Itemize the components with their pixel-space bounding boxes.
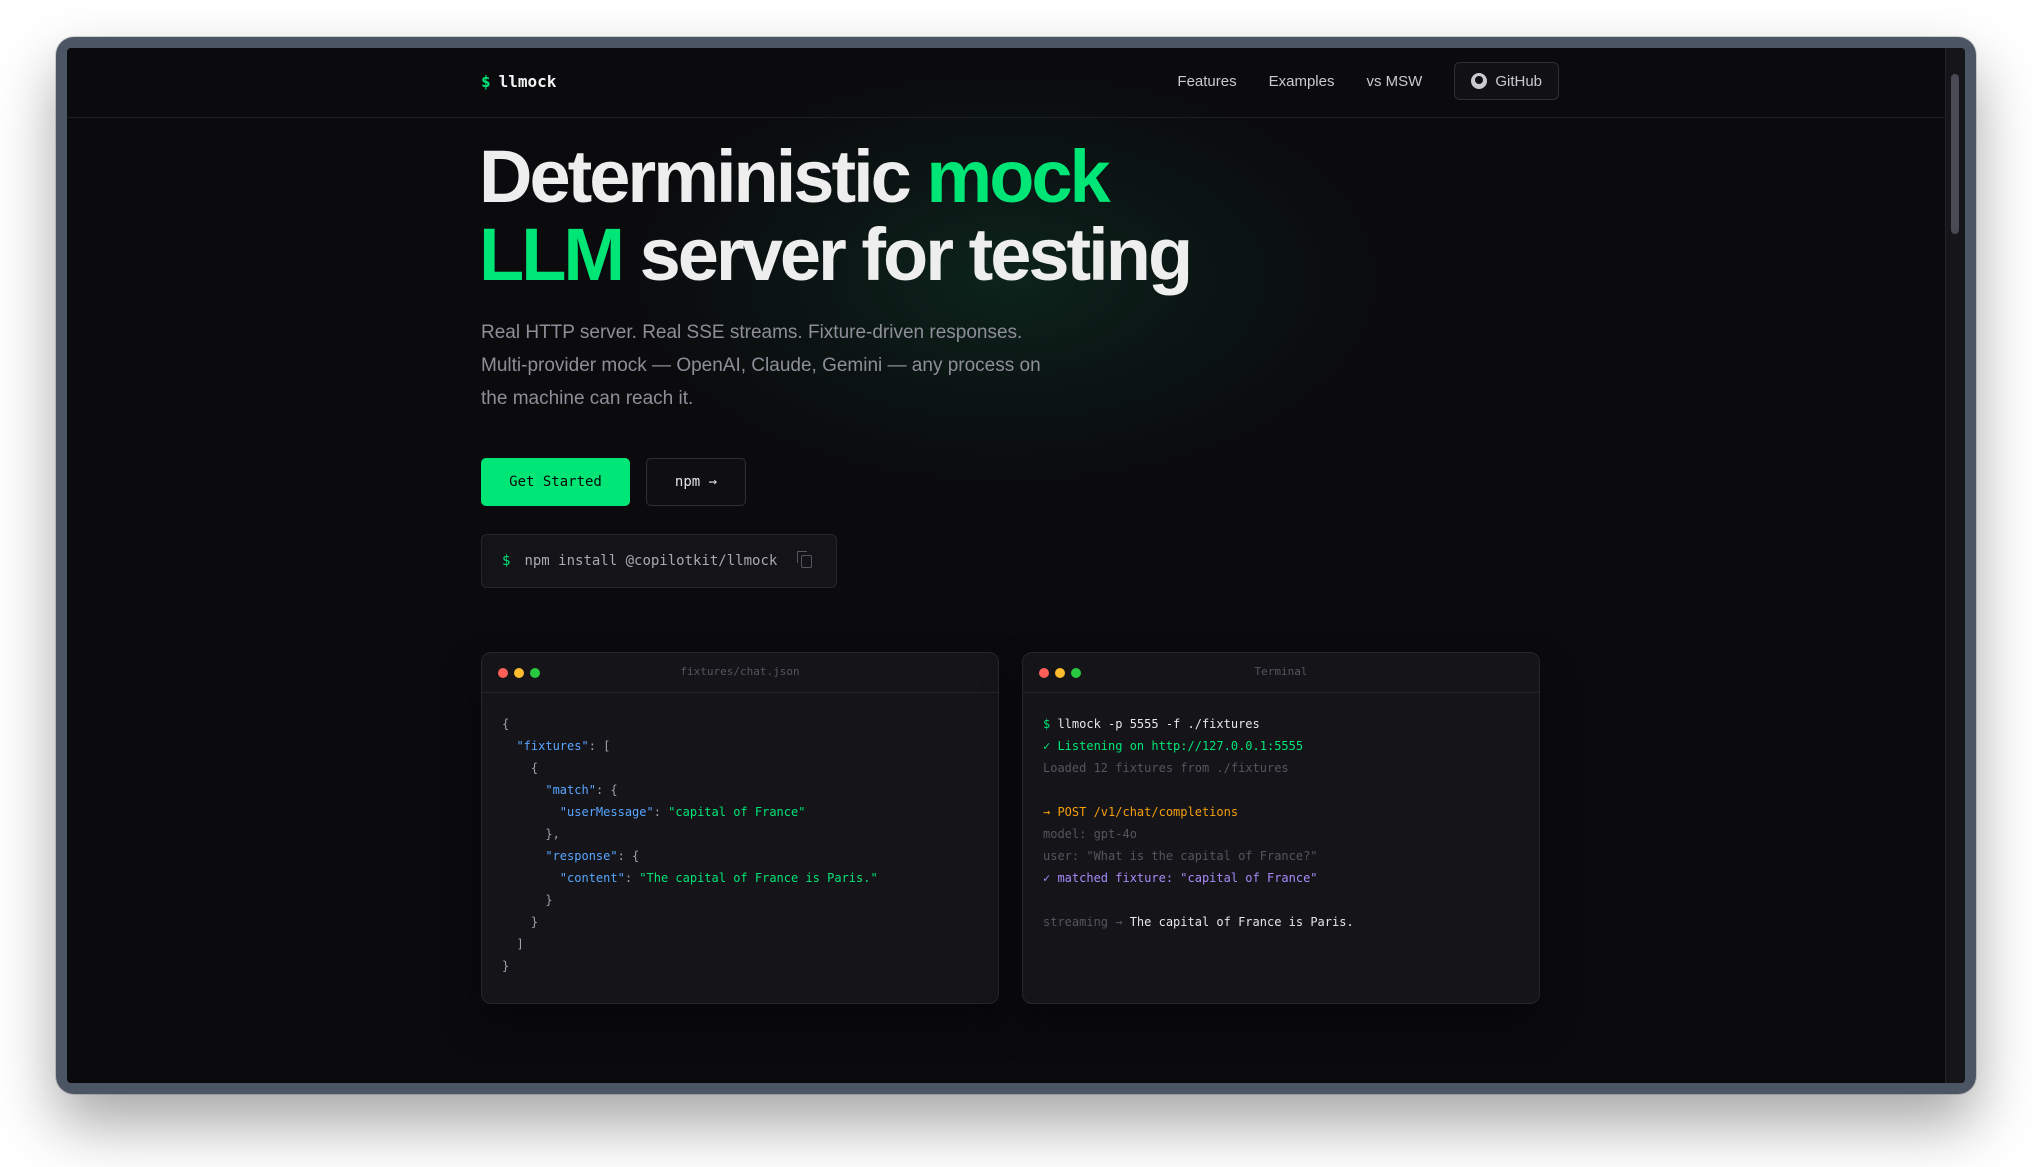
hero-subtitle-line1: Real HTTP server. Real SSE streams. Fixt… bbox=[481, 322, 1023, 343]
install-command-box[interactable]: $ npm install @copilotkit/llmock bbox=[481, 534, 837, 588]
code-line-token: "The capital of France is Paris." bbox=[639, 871, 878, 885]
code-line-token: }, bbox=[502, 827, 560, 841]
code-line: "fixtures": [ bbox=[502, 735, 978, 757]
terminal-line-token: streaming → bbox=[1043, 915, 1130, 929]
code-line-token: ] bbox=[502, 937, 524, 951]
hero-title-part1: Deterministic bbox=[479, 135, 912, 218]
hero-title: Deterministic mock LLM server for testin… bbox=[479, 135, 1194, 296]
code-line-token bbox=[502, 849, 545, 863]
logo[interactable]: $ llmock bbox=[481, 72, 556, 91]
scroll-thumb[interactable] bbox=[1951, 74, 1959, 234]
terminal-line: user: "What is the capital of France?" bbox=[1043, 845, 1519, 867]
terminal-line-token: Loaded 12 fixtures from ./fixtures bbox=[1043, 761, 1289, 775]
code-line: } bbox=[502, 889, 978, 911]
fixture-panel: fixtures/chat.json { "fixtures": [ { "ma… bbox=[481, 652, 999, 1004]
hero-title-accent1: mock bbox=[926, 135, 1110, 218]
terminal-line: → POST /v1/chat/completions bbox=[1043, 801, 1519, 823]
github-button[interactable]: GitHub bbox=[1454, 62, 1559, 100]
top-nav: $ llmock Features Examples vs MSW GitHub bbox=[67, 48, 1945, 118]
nav-links: Features Examples vs MSW GitHub bbox=[1177, 62, 1559, 100]
terminal-line-token: ✓ matched fixture: "capital of France" bbox=[1043, 871, 1318, 885]
browser-window: $ llmock Features Examples vs MSW GitHub … bbox=[56, 37, 1976, 1094]
terminal-line: streaming → The capital of France is Par… bbox=[1043, 911, 1519, 933]
terminal-line-token bbox=[1043, 783, 1050, 797]
code-line-token: "match" bbox=[545, 783, 596, 797]
logo-text: llmock bbox=[498, 72, 557, 91]
terminal-line-token: $ bbox=[1043, 717, 1058, 731]
code-line: "response": { bbox=[502, 845, 978, 867]
hero-subtitle-line3: the machine can reach it. bbox=[481, 388, 694, 409]
scrollbar[interactable] bbox=[1945, 48, 1965, 1083]
terminal-line-token: user: "What is the capital of France?" bbox=[1043, 849, 1318, 863]
terminal-panel-header: Terminal bbox=[1023, 653, 1539, 693]
terminal-output: $ llmock -p 5555 -f ./fixtures ✓ Listenin… bbox=[1023, 693, 1539, 953]
install-command: npm install @copilotkit/llmock bbox=[524, 553, 778, 569]
code-line: "content": "The capital of France is Par… bbox=[502, 867, 978, 889]
code-line-token: "response" bbox=[545, 849, 618, 863]
code-line-token: : bbox=[653, 805, 669, 819]
terminal-panel-title: Terminal bbox=[1254, 665, 1308, 678]
hero-subtitle-line2: Multi-provider mock — OpenAI, Claude, Ge… bbox=[481, 355, 1041, 376]
fixture-panel-title: fixtures/chat.json bbox=[680, 665, 800, 678]
hero-subtitle: Real HTTP server. Real SSE streams. Fixt… bbox=[481, 316, 1081, 415]
code-line-token bbox=[502, 805, 560, 819]
fixture-code: { "fixtures": [ { "match": { "userMessag… bbox=[482, 693, 998, 997]
code-line-token: "userMessage" bbox=[559, 805, 654, 819]
code-line-token: : { bbox=[595, 783, 618, 797]
terminal-line: ✓ Listening on http://127.0.0.1:5555 bbox=[1043, 735, 1519, 757]
code-line: { bbox=[502, 713, 978, 735]
terminal-line bbox=[1043, 779, 1519, 801]
github-label: GitHub bbox=[1495, 72, 1542, 90]
code-line: } bbox=[502, 911, 978, 933]
code-line: }, bbox=[502, 823, 978, 845]
code-line-token: "content" bbox=[559, 871, 625, 885]
fixture-panel-header: fixtures/chat.json bbox=[482, 653, 998, 693]
page-viewport: $ llmock Features Examples vs MSW GitHub … bbox=[67, 48, 1965, 1083]
terminal-panel: Terminal $ llmock -p 5555 -f ./fixtures ✓… bbox=[1022, 652, 1540, 1004]
terminal-line: $ llmock -p 5555 -f ./fixtures bbox=[1043, 713, 1519, 735]
get-started-button[interactable]: Get Started bbox=[481, 458, 630, 506]
hero-title-accent2: LLM bbox=[479, 213, 625, 296]
code-line-token: { bbox=[502, 717, 510, 731]
terminal-line: model: gpt-4o bbox=[1043, 823, 1519, 845]
terminal-line-token: llmock -p 5555 -f ./fixtures bbox=[1057, 717, 1260, 731]
nav-link-examples[interactable]: Examples bbox=[1269, 73, 1335, 90]
nav-link-features[interactable]: Features bbox=[1177, 73, 1236, 90]
code-line: } bbox=[502, 955, 978, 977]
code-line-token: : { bbox=[617, 849, 640, 863]
hero-title-part2: server for testing bbox=[639, 213, 1194, 296]
terminal-line-token: → POST /v1/chat/completions bbox=[1043, 805, 1239, 819]
terminal-line-token: model: gpt-4o bbox=[1043, 827, 1137, 841]
code-line-token bbox=[502, 871, 560, 885]
terminal-line: Loaded 12 fixtures from ./fixtures bbox=[1043, 757, 1519, 779]
terminal-line bbox=[1043, 889, 1519, 911]
terminal-line-token: ✓ Listening on http://127.0.0.1:5555 bbox=[1043, 739, 1304, 753]
code-line-token: { bbox=[502, 761, 539, 775]
logo-prompt: $ bbox=[481, 72, 491, 91]
code-line-token: } bbox=[502, 915, 539, 929]
nav-link-vs-msw[interactable]: vs MSW bbox=[1366, 73, 1422, 90]
code-line-token: } bbox=[502, 959, 510, 973]
code-line-token: } bbox=[502, 893, 553, 907]
code-line-token bbox=[502, 783, 545, 797]
github-icon bbox=[1471, 73, 1488, 89]
install-prompt: $ bbox=[502, 553, 511, 569]
terminal-line-token bbox=[1043, 893, 1050, 907]
code-line-token: : bbox=[624, 871, 640, 885]
terminal-line: ✓ matched fixture: "capital of France" bbox=[1043, 867, 1519, 889]
terminal-line-token: The capital of France is Paris. bbox=[1129, 915, 1354, 929]
npm-button[interactable]: npm → bbox=[646, 458, 746, 506]
code-line-token: "capital of France" bbox=[668, 805, 806, 819]
code-line-token: : [ bbox=[588, 739, 611, 753]
code-line: { bbox=[502, 757, 978, 779]
code-line: "userMessage": "capital of France" bbox=[502, 801, 978, 823]
code-line: "match": { bbox=[502, 779, 978, 801]
code-line: ] bbox=[502, 933, 978, 955]
copy-icon[interactable] bbox=[797, 551, 812, 568]
code-line-token bbox=[502, 739, 516, 753]
code-line-token: "fixtures" bbox=[516, 739, 589, 753]
